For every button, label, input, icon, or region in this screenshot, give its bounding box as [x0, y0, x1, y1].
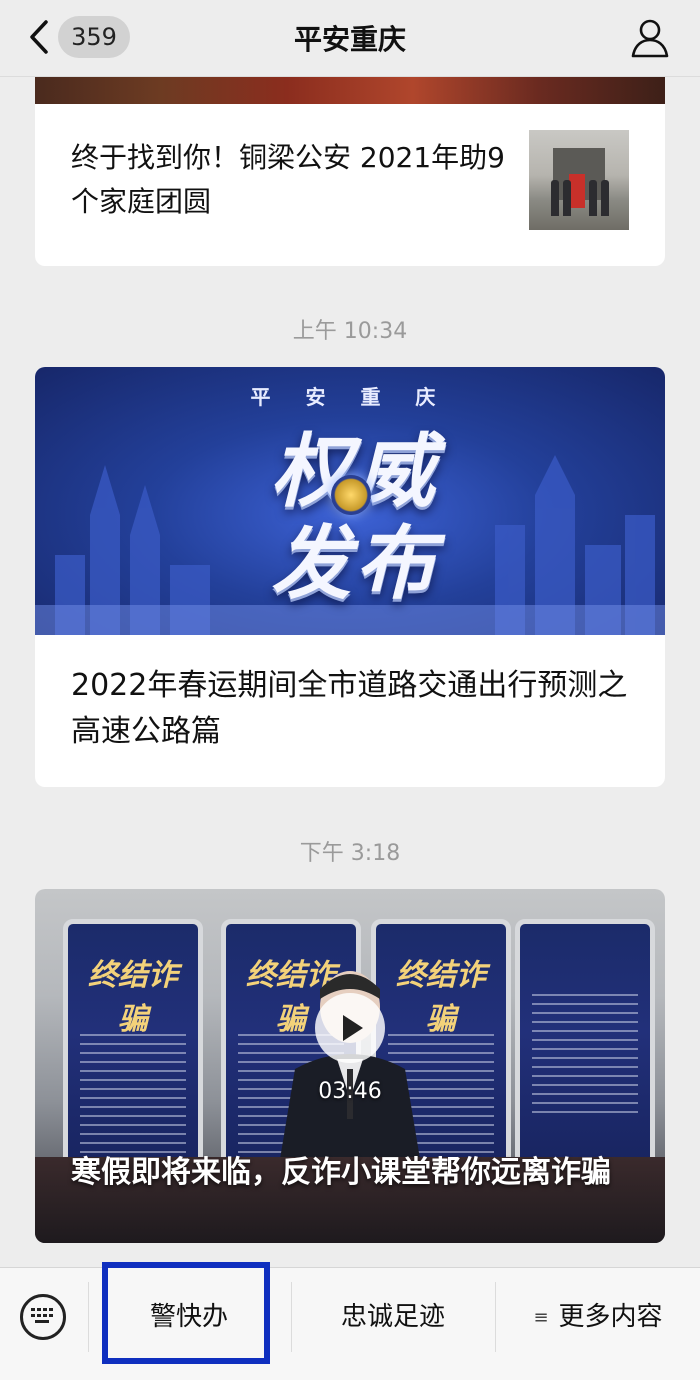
article-cover-image[interactable]: 平 安 重 庆 权威 发布: [35, 367, 665, 635]
keyboard-icon[interactable]: [20, 1294, 66, 1340]
menu-item-jingkuaiban[interactable]: 警快办: [88, 1268, 290, 1368]
video-article-card[interactable]: 终结诈骗 终结诈骗 终结诈骗 03:46 寒假即将来临，反诈小课堂帮你远离诈骗: [35, 889, 665, 1243]
poster-heading: 终结诈骗: [88, 958, 178, 1037]
profile-icon[interactable]: [628, 16, 672, 60]
article-thumbnail[interactable]: [529, 130, 629, 230]
menu-lines-icon: ≡: [533, 1307, 549, 1328]
bottom-menu-bar: 警快办 忠诚足迹 ≡ 更多内容: [0, 1267, 700, 1380]
top-nav-bar: 359 平安重庆: [0, 0, 700, 77]
article-title[interactable]: 2022年春运期间全市道路交通出行预测之高速公路篇: [71, 663, 631, 755]
video-thumbnail[interactable]: 终结诈骗 终结诈骗 终结诈骗 03:46 寒假即将来临，反诈小课堂帮你远离诈骗: [35, 889, 665, 1243]
video-duration: 03:46: [318, 1079, 382, 1104]
article-cover-image: [35, 76, 665, 104]
menu-item-more-content[interactable]: ≡ 更多内容: [496, 1268, 700, 1368]
article-card[interactable]: 终于找到你！铜梁公安 2021年助9个家庭团圆: [35, 76, 665, 266]
menu-item-label: 更多内容: [558, 1302, 663, 1332]
cover-headline-line2: 发布: [271, 517, 439, 610]
play-button-icon[interactable]: [315, 993, 385, 1063]
menu-item-zhongcheng-zuji[interactable]: 忠诚足迹: [292, 1268, 494, 1368]
video-title[interactable]: 寒假即将来临，反诈小课堂帮你远离诈骗: [71, 1151, 631, 1195]
cover-kicker-text: 平 安 重 庆: [250, 385, 450, 409]
timestamp: 下午 3:18: [299, 841, 401, 866]
article-card[interactable]: 平 安 重 庆 权威 发布 2022年春运期间全市道路交通出行预测之高速公路篇: [35, 367, 665, 787]
timestamp: 上午 10:34: [292, 319, 408, 344]
article-title[interactable]: 终于找到你！铜梁公安 2021年助9个家庭团圆: [71, 136, 511, 224]
page-title: 平安重庆: [293, 23, 406, 56]
